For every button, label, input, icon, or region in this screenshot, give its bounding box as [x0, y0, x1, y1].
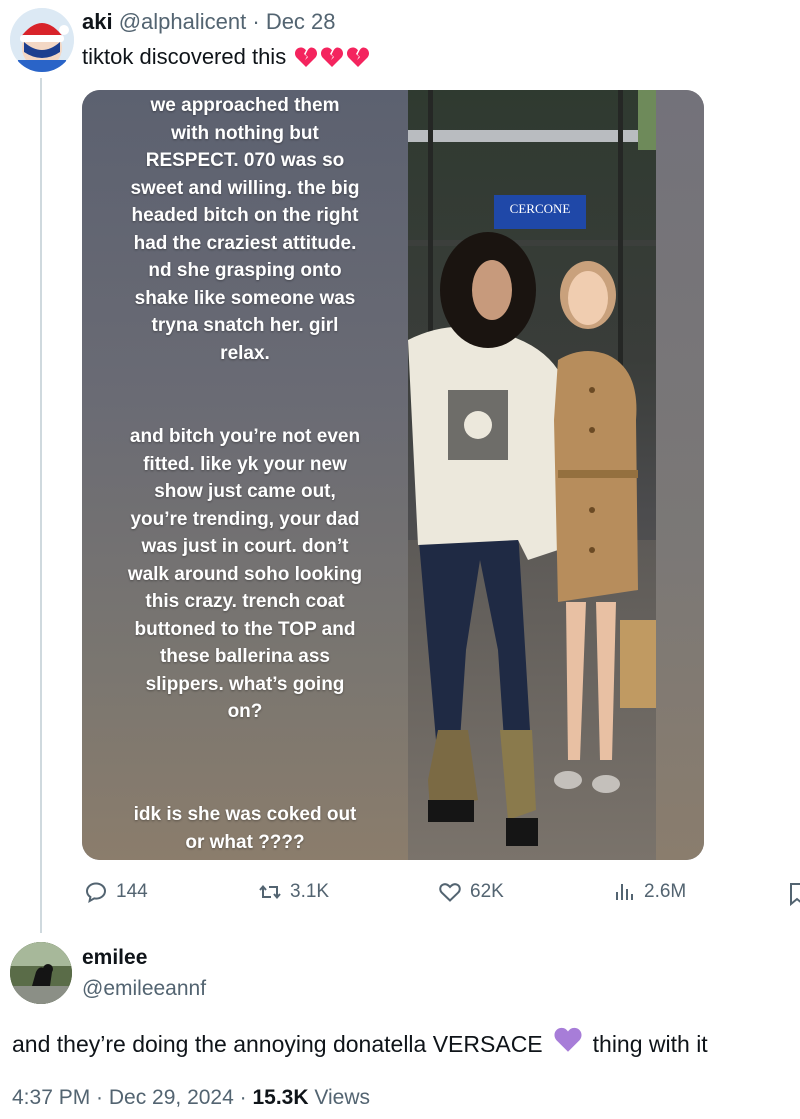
- retweet-count: 3.1K: [290, 881, 330, 902]
- tweet-media[interactable]: we approached them with nothing but RESP…: [82, 90, 704, 860]
- broken-heart-icon: [321, 47, 344, 67]
- story-caption: we approached them with nothing but RESP…: [130, 95, 360, 364]
- tweet-date[interactable]: Dec 28: [266, 9, 336, 34]
- reply-button[interactable]: 144: [84, 880, 148, 904]
- handle[interactable]: @alphalicent: [119, 9, 247, 34]
- tweet-body: tiktok discovered this: [82, 44, 287, 69]
- main-tweet-text: and they’re doing the annoying donatella…: [12, 1026, 708, 1061]
- separator: ·: [246, 9, 266, 34]
- retweet-button[interactable]: 3.1K: [258, 880, 329, 904]
- display-name[interactable]: aki: [82, 9, 113, 34]
- display-name[interactable]: emilee: [82, 946, 147, 970]
- views-button[interactable]: 2.6M: [612, 880, 686, 904]
- views-total: 15.3K: [252, 1086, 309, 1109]
- like-count: 62K: [470, 881, 504, 902]
- story-caption: and bitch you’re not even fitted. like y…: [127, 426, 363, 722]
- tweet-body-part: and they’re doing the annoying donatella…: [12, 1030, 543, 1057]
- broken-heart-icon: [347, 47, 370, 67]
- story-caption: idk is she was coked out or what ????: [133, 804, 357, 853]
- broken-heart-icon: [295, 47, 318, 67]
- reply-icon: [85, 882, 107, 903]
- purple-heart-icon: [554, 1027, 582, 1052]
- analytics-icon: [616, 884, 633, 900]
- heart-icon: [439, 883, 461, 902]
- bookmark-button[interactable]: [790, 882, 800, 906]
- views-label: Views: [308, 1086, 370, 1109]
- like-button[interactable]: 62K: [438, 880, 504, 904]
- tweet-meta: 4:37 PM · Dec 29, 2024 · 15.3K Views: [12, 1086, 370, 1110]
- tweet-body-part: thing with it: [592, 1030, 708, 1057]
- avatar[interactable]: [10, 8, 74, 72]
- store-sign: CERCONE: [510, 201, 571, 216]
- handle[interactable]: @emileeannf: [82, 977, 206, 1001]
- retweet-icon: [259, 884, 281, 900]
- bookmark-icon: [790, 883, 800, 906]
- quoted-tweet-text: tiktok discovered this: [82, 42, 370, 72]
- street-photo: CERCONE: [408, 90, 656, 860]
- views-count: 2.6M: [644, 881, 687, 902]
- timestamp[interactable]: 4:37 PM · Dec 29, 2024 ·: [12, 1086, 252, 1109]
- reply-count: 144: [116, 881, 148, 902]
- quoted-tweet-header: aki @alphalicent · Dec 28: [82, 8, 336, 36]
- avatar[interactable]: [10, 942, 72, 1004]
- thread-line: [40, 78, 42, 933]
- media-side-strip: [656, 90, 704, 860]
- action-bar: 144 3.1K 62K 2.6M: [0, 876, 800, 910]
- story-text-panel: we approached them with nothing but RESP…: [82, 90, 408, 860]
